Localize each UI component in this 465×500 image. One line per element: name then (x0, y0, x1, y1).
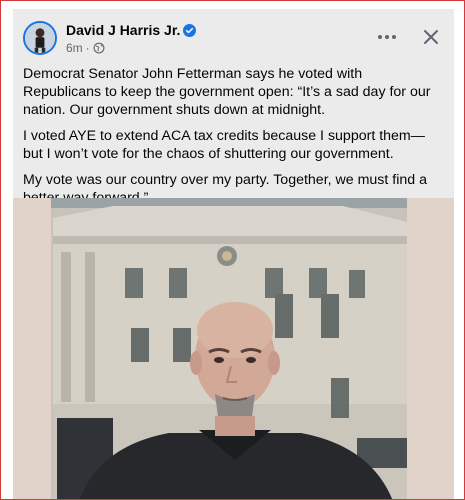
video-frame-image (13, 198, 454, 499)
post-video[interactable] (13, 198, 454, 499)
post-paragraph: Democrat Senator John Fetterman says he … (23, 66, 431, 118)
post-meta: 6m · (66, 41, 105, 57)
post-header: David J Harris Jr. 6m · (23, 19, 448, 59)
close-icon[interactable] (418, 24, 444, 50)
more-options-icon[interactable] (374, 27, 400, 47)
post-card: David J Harris Jr. 6m · Democrat Senator … (13, 9, 454, 499)
verified-badge-icon (183, 24, 197, 40)
screenshot-frame: David J Harris Jr. 6m · Democrat Senator … (0, 0, 465, 500)
author-name[interactable]: David J Harris Jr. (66, 22, 180, 38)
globe-icon[interactable] (93, 42, 105, 57)
post-body: Democrat Senator John Fetterman says he … (23, 65, 443, 215)
post-timestamp[interactable]: 6m (66, 41, 83, 55)
meta-separator: · (85, 41, 90, 55)
avatar-image (25, 23, 55, 53)
post-paragraph: I voted AYE to extend ACA tax credits be… (23, 128, 425, 162)
author-avatar[interactable] (23, 21, 57, 55)
author-name-line: David J Harris Jr. (66, 22, 197, 40)
